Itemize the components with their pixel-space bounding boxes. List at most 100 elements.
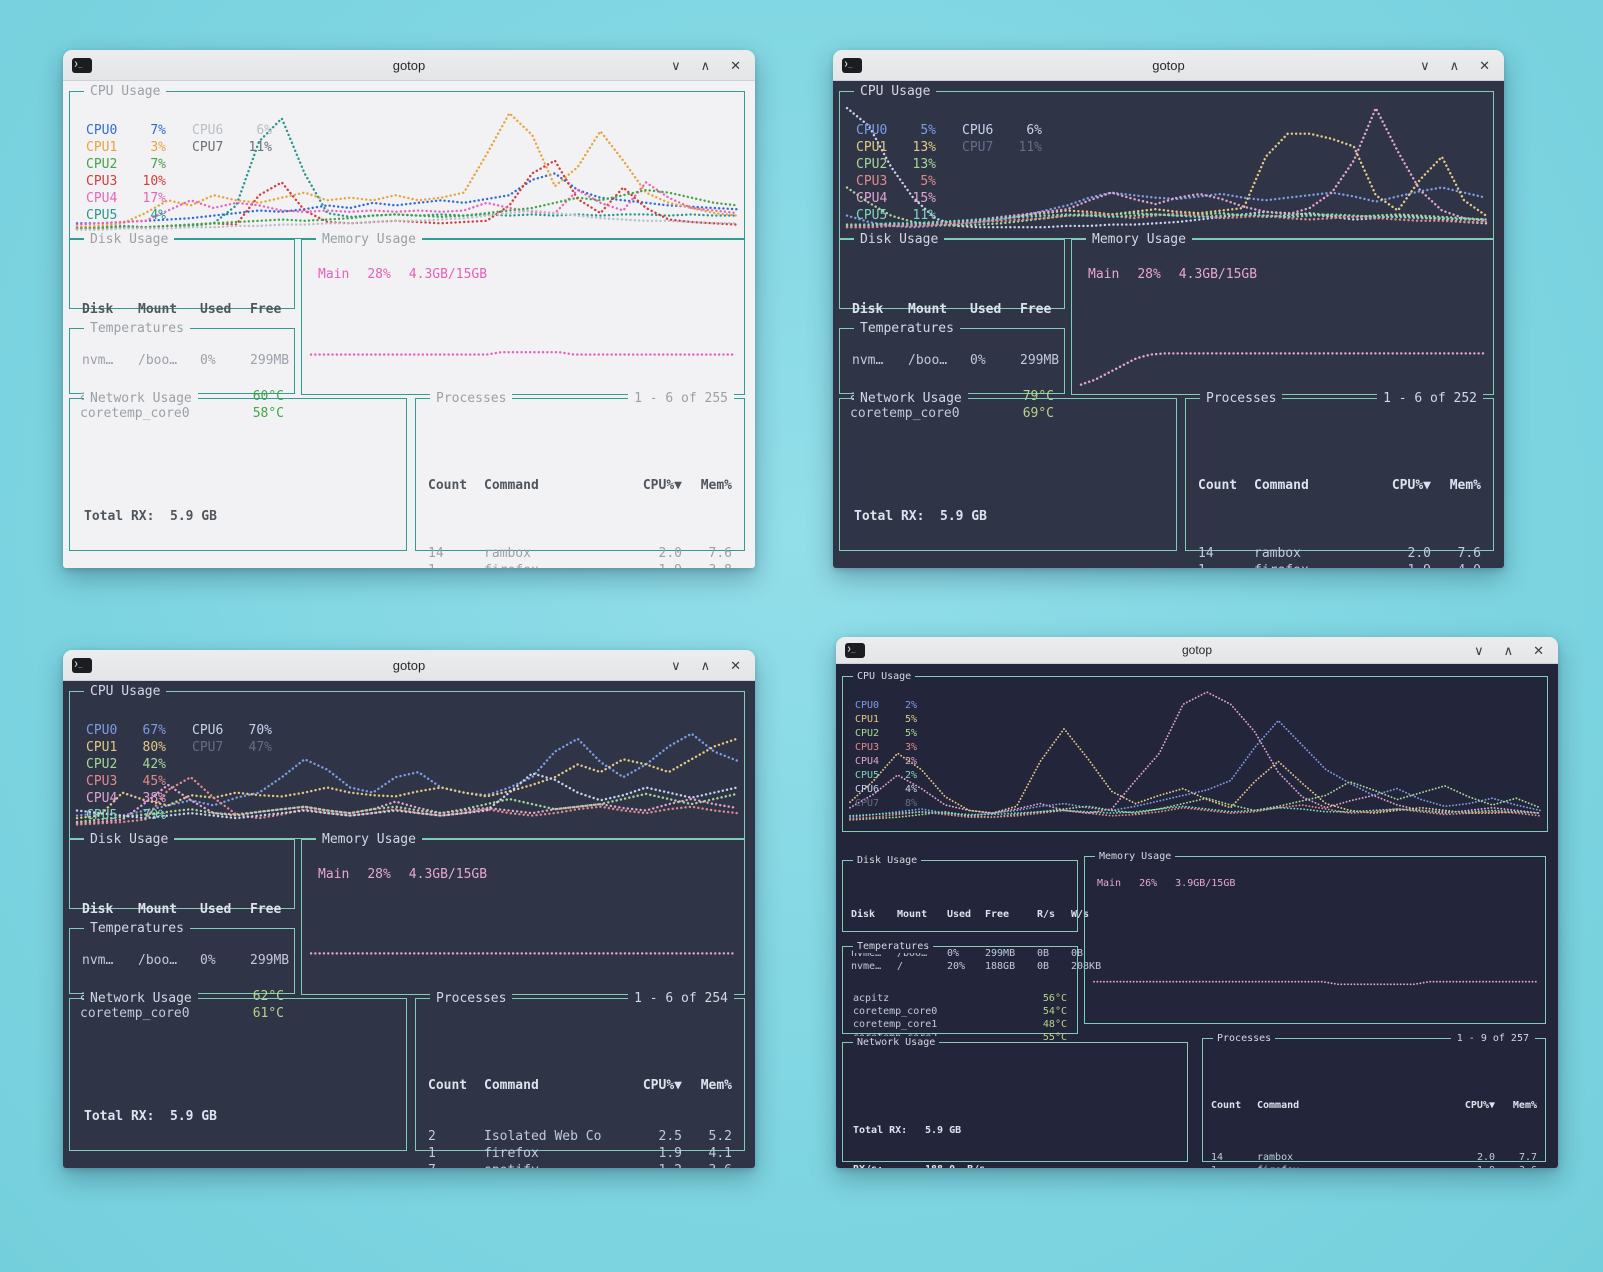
network-usage-panel: Network Usage Total RX:5.9 GB Total TX:2… bbox=[69, 998, 407, 1151]
header-cell: Command bbox=[484, 1077, 624, 1094]
disk-panel-title: Disk Usage bbox=[854, 231, 944, 248]
process-row[interactable]: 1firefox1.93.8 bbox=[416, 562, 744, 568]
cell: 1.9 bbox=[624, 562, 682, 568]
cell: 5.2 bbox=[682, 1128, 732, 1145]
processes-range: 1 - 6 of 255 bbox=[628, 390, 734, 407]
cell: 7.7 bbox=[1495, 1151, 1537, 1164]
cpu-usage-panel: CPU Usage CPU02%CPU15%CPU25%CPU33%CPU42%… bbox=[842, 676, 1548, 832]
cell: firefox bbox=[484, 1145, 624, 1162]
cell: 2 bbox=[428, 1128, 484, 1145]
header-cell: Free bbox=[1020, 301, 1052, 318]
processes-range: 1 - 6 of 252 bbox=[1377, 390, 1483, 407]
header-cell: Used bbox=[947, 908, 985, 921]
temperature-row: acpitz56°C bbox=[843, 992, 1077, 1005]
minimize-button[interactable]: ∨ bbox=[1420, 59, 1430, 72]
cpu-legend-item: CPU213% bbox=[856, 156, 936, 173]
header-cell: Free bbox=[250, 301, 282, 318]
cell: 1 bbox=[428, 562, 484, 568]
cell: 2.0 bbox=[624, 545, 682, 562]
header-cell: Mem% bbox=[1431, 477, 1481, 494]
close-button[interactable]: ✕ bbox=[730, 59, 741, 72]
process-table-header: CountCommandCPU%▼Mem% bbox=[1186, 477, 1493, 494]
close-button[interactable]: ✕ bbox=[1479, 59, 1490, 72]
cell: 14 bbox=[1198, 545, 1254, 562]
process-row[interactable]: 7spotify1.23.6 bbox=[416, 1162, 744, 1168]
minimize-button[interactable]: ∨ bbox=[671, 659, 681, 672]
cell: firefox bbox=[484, 562, 624, 568]
process-row[interactable]: 1firefox1.94.0 bbox=[1186, 562, 1493, 568]
cell: rambox bbox=[484, 545, 624, 562]
memory-percent: 28% bbox=[1137, 267, 1160, 282]
titlebar[interactable]: ❯_ gotop ∨ ∧ ✕ bbox=[63, 50, 755, 81]
titlebar[interactable]: ❯_ gotop ∨ ∧ ✕ bbox=[836, 637, 1558, 664]
maximize-button[interactable]: ∧ bbox=[701, 59, 711, 72]
cell: 1.2 bbox=[624, 1162, 682, 1168]
processes-panel: Processes 1 - 6 of 255 CountCommandCPU%▼… bbox=[415, 398, 745, 551]
memory-readout: Main28%4.3GB/15GB bbox=[318, 866, 505, 883]
titlebar[interactable]: ❯_ gotop ∨ ∧ ✕ bbox=[833, 50, 1504, 81]
memory-sparkline bbox=[1091, 879, 1539, 1019]
header-cell: Used bbox=[970, 301, 1020, 318]
maximize-button[interactable]: ∧ bbox=[1504, 644, 1514, 657]
memory-percent: 28% bbox=[367, 267, 390, 282]
cpu-legend-item: CPU345% bbox=[86, 773, 166, 790]
cell: 3.6 bbox=[682, 1162, 732, 1168]
cpu-legend-item: CPU13% bbox=[86, 139, 166, 156]
temperature-row: coretemp_core148°C bbox=[843, 1018, 1077, 1031]
memory-panel-title: Memory Usage bbox=[1095, 850, 1175, 863]
terminal-body: CPU Usage CPU07%CPU13%CPU27%CPU310%CPU41… bbox=[63, 81, 755, 568]
titlebar[interactable]: ❯_ gotop ∨ ∧ ✕ bbox=[63, 650, 755, 681]
temperatures-panel: Temperatures acpitz79°Ccoretemp_core069°… bbox=[839, 328, 1065, 394]
network-inner: Total RX:5.9 GB Total TX:203.4 MB bbox=[70, 1050, 406, 1168]
cell: rambox bbox=[1254, 545, 1373, 562]
gotop-window: ❯_ gotop ∨ ∧ ✕ CPU Usage CPU07%CPU13%CPU… bbox=[63, 50, 755, 568]
close-button[interactable]: ✕ bbox=[730, 659, 741, 672]
minimize-button[interactable]: ∨ bbox=[1474, 644, 1484, 657]
memory-label: Main bbox=[318, 267, 349, 282]
cpu-legend-item: CPU27% bbox=[86, 156, 166, 173]
titlebar-buttons: ∨ ∧ ✕ bbox=[671, 659, 755, 672]
cpu-legend-item: CPU242% bbox=[86, 756, 166, 773]
cell: firefox bbox=[1254, 562, 1373, 568]
process-row[interactable]: 14rambox2.07.7 bbox=[1203, 1151, 1545, 1164]
cpu-legend-item: CPU52% bbox=[855, 769, 917, 783]
process-row[interactable]: 14rambox2.07.6 bbox=[416, 545, 744, 562]
cpu-usage-panel: CPU Usage CPU07%CPU13%CPU27%CPU310%CPU41… bbox=[69, 91, 745, 239]
cell: 14 bbox=[1211, 1151, 1257, 1164]
memory-panel-title: Memory Usage bbox=[1086, 231, 1192, 248]
process-row[interactable]: 1firefox1.94.1 bbox=[416, 1145, 744, 1162]
header-cell: Disk bbox=[82, 901, 138, 918]
cpu-legend-item: CPU180% bbox=[86, 739, 166, 756]
header-cell: Command bbox=[1254, 477, 1373, 494]
cell: 2.5 bbox=[624, 1128, 682, 1145]
temperatures-panel: Temperatures acpitz56°Ccoretemp_core054°… bbox=[842, 946, 1078, 1034]
cpu-legend-item: CPU02% bbox=[855, 699, 917, 713]
minimize-button[interactable]: ∨ bbox=[671, 59, 681, 72]
maximize-button[interactable]: ∧ bbox=[1450, 59, 1460, 72]
titlebar-buttons: ∨ ∧ ✕ bbox=[1474, 644, 1558, 657]
memory-label: Main bbox=[318, 867, 349, 882]
temperatures-panel: Temperatures acpitz62°Ccoretemp_core061°… bbox=[69, 928, 295, 994]
process-row[interactable]: 14rambox2.07.6 bbox=[1186, 545, 1493, 562]
terminal-body: CPU Usage CPU067%CPU180%CPU242%CPU345%CP… bbox=[63, 681, 755, 1168]
header-cell: CPU%▼ bbox=[1373, 477, 1431, 494]
window-title: gotop bbox=[63, 658, 755, 673]
cpu-legend-item: CPU07% bbox=[86, 122, 166, 139]
table-spacer bbox=[1186, 528, 1493, 545]
temperatures-panel: Temperatures acpitz60°Ccoretemp_core058°… bbox=[69, 328, 295, 394]
temps-panel-title: Temperatures bbox=[853, 940, 933, 953]
close-button[interactable]: ✕ bbox=[1533, 644, 1544, 657]
cpu-usage-panel: CPU Usage CPU05%CPU113%CPU213%CPU35%CPU4… bbox=[839, 91, 1494, 239]
memory-usage-panel: Memory Usage Main28%4.3GB/15GB bbox=[301, 239, 745, 395]
memory-panel-title: Memory Usage bbox=[316, 831, 422, 848]
cpu-legend-item: CPU05% bbox=[856, 122, 936, 139]
disk-usage-panel: Disk Usage DiskMountUsedFree nvm…/boo…0%… bbox=[69, 839, 295, 909]
terminal-icon: ❯_ bbox=[72, 658, 92, 673]
process-row[interactable]: 2Isolated Web Co2.55.2 bbox=[416, 1128, 744, 1145]
process-row[interactable]: 1firefox1.93.6 bbox=[1203, 1164, 1545, 1168]
cell: 1.9 bbox=[1443, 1164, 1495, 1168]
disk-table-header: DiskMountUsedFreeR/sW/s bbox=[843, 908, 1077, 921]
maximize-button[interactable]: ∧ bbox=[701, 659, 711, 672]
memory-panel-title: Memory Usage bbox=[316, 231, 422, 248]
network-inner: Total RX:5.9 GB Total TX:204.9 MB bbox=[70, 450, 406, 568]
